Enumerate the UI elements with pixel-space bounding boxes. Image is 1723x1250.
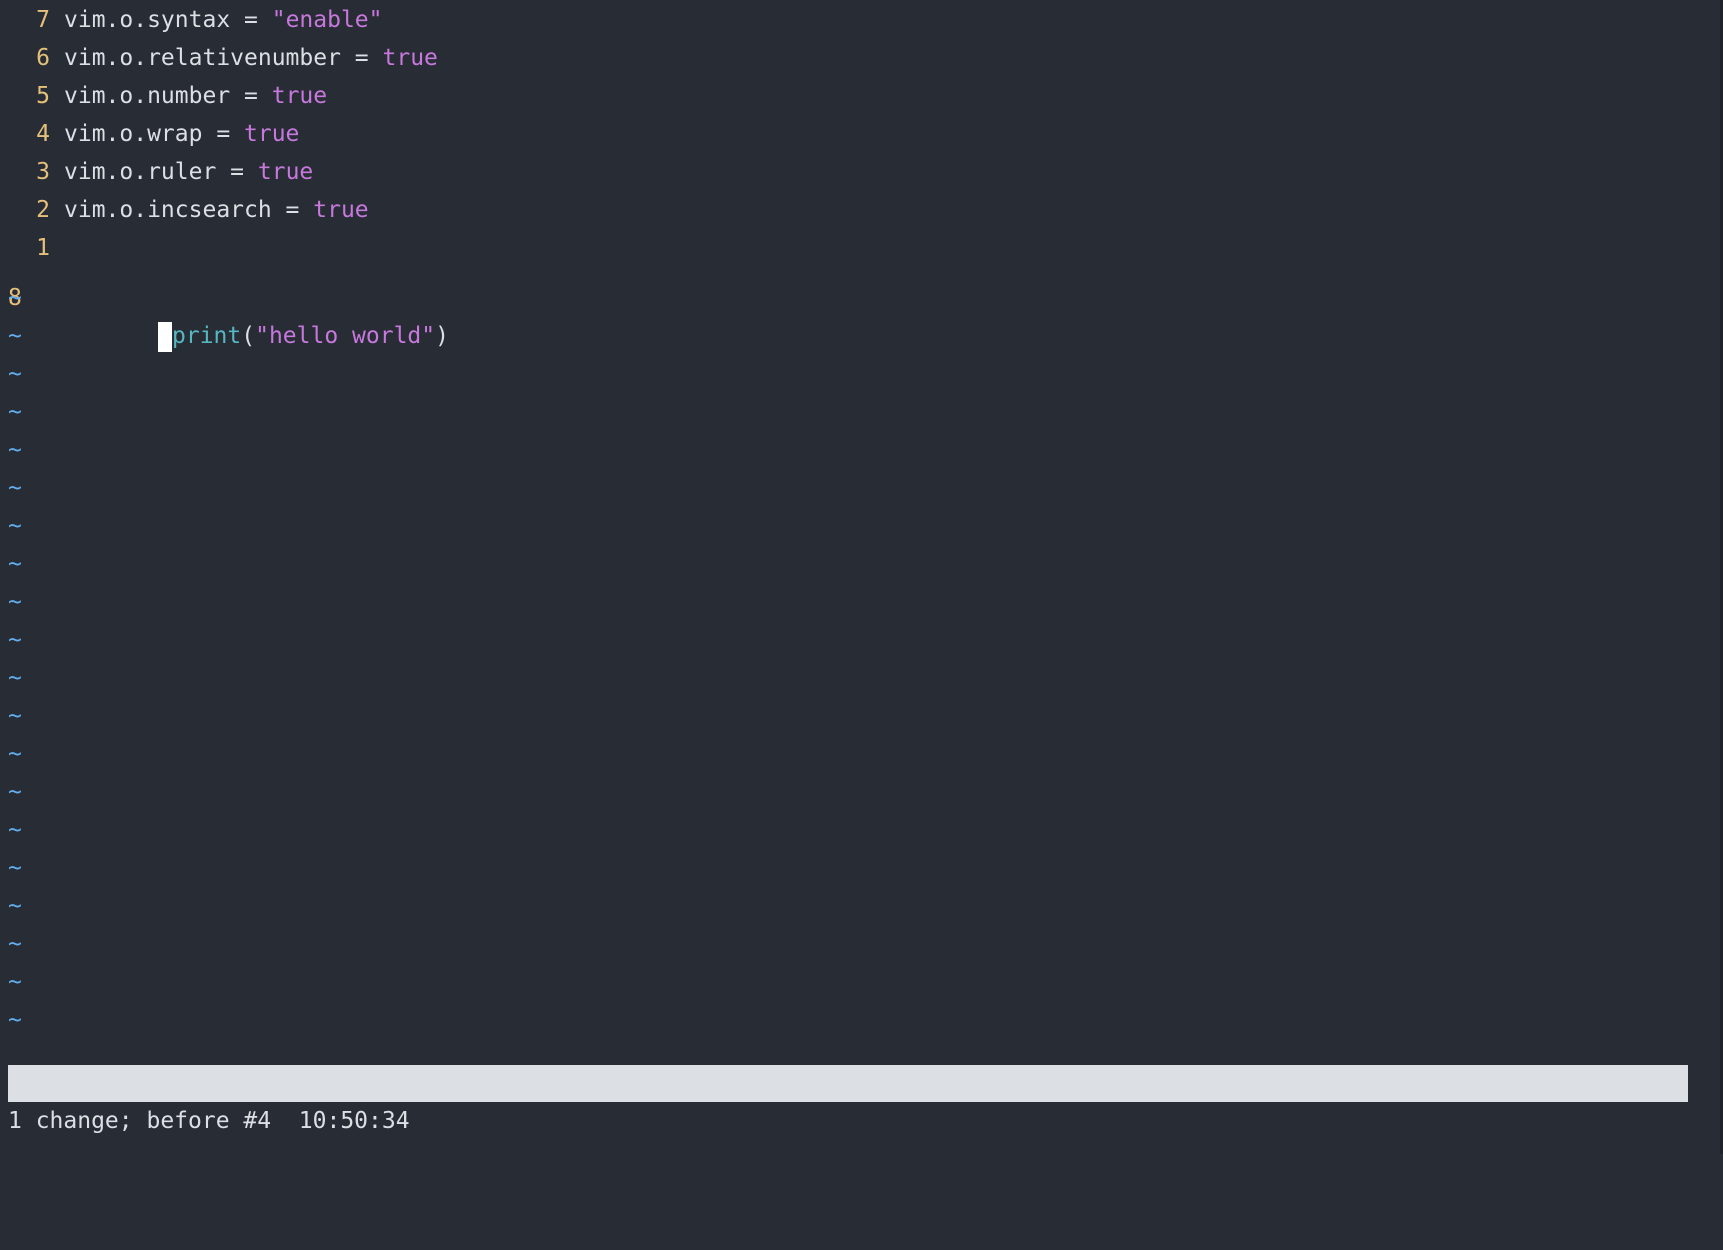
- terminal-window: 7 vim.o.syntax = "enable" 6 vim.o.relativen…: [0, 0, 1723, 1207]
- code-text: vim.o.number =: [64, 83, 272, 109]
- tilde-marker: ~: [8, 969, 22, 995]
- line-code: vim.o.ruler = true: [64, 153, 313, 191]
- tilde-marker: ~: [8, 779, 22, 805]
- line-number: 4: [36, 121, 50, 147]
- code-text: vim.o.wrap =: [64, 121, 245, 147]
- tilde-marker: ~: [8, 285, 22, 311]
- line-code: vim.o.wrap = true: [64, 115, 299, 153]
- tilde-marker: ~: [8, 893, 22, 919]
- tilde-marker: ~: [8, 399, 22, 425]
- tilde-marker: ~: [8, 551, 22, 577]
- text-cursor: [158, 321, 172, 352]
- line-code: vim.o.relativenumber = true: [64, 39, 438, 77]
- tilde-marker: ~: [8, 589, 22, 615]
- line-number: 7: [36, 7, 50, 33]
- string-literal: "enable": [271, 7, 383, 33]
- tilde-marker: ~: [8, 855, 22, 881]
- line-number: 2: [36, 197, 50, 223]
- current-line[interactable]: 8 print("hello world"): [0, 241, 449, 352]
- statusline-position: 8,1-8: [1436, 1144, 1506, 1170]
- statusline: init.lua [+] 8,1-8 All: [8, 1065, 1688, 1207]
- tilde-marker: ~: [8, 361, 22, 387]
- code-text: vim.o.ruler =: [64, 159, 258, 185]
- tilde-marker: ~: [8, 323, 22, 349]
- code-text: vim.o.incsearch =: [64, 197, 314, 223]
- boolean-literal: true: [244, 121, 300, 147]
- boolean-literal: true: [271, 83, 328, 109]
- boolean-literal: true: [257, 159, 314, 185]
- line-code: vim.o.incsearch = true: [64, 191, 369, 229]
- tilde-marker: ~: [8, 513, 22, 539]
- code-text: vim.o.relativenumber =: [64, 45, 383, 71]
- line-number: 3: [36, 159, 50, 185]
- tilde-marker: ~: [8, 817, 22, 843]
- line-code: vim.o.syntax = "enable": [64, 1, 383, 39]
- tilde-marker: ~: [8, 437, 22, 463]
- tilde-marker: ~: [8, 665, 22, 691]
- command-line[interactable]: 1 change; before #4 10:50:34: [8, 1102, 410, 1140]
- statusline-percent: All: [1646, 1181, 1688, 1207]
- tilde-marker: ~: [8, 703, 22, 729]
- tilde-marker: ~: [8, 741, 22, 767]
- line-code: vim.o.number = true: [64, 77, 327, 115]
- boolean-literal: true: [313, 197, 369, 223]
- line-number: 6: [36, 45, 50, 71]
- open-paren: (: [241, 323, 256, 349]
- tilde-marker: ~: [8, 1007, 22, 1033]
- tilde-marker: ~: [8, 931, 22, 957]
- string-literal: "hello world": [255, 323, 436, 349]
- tilde-marker: ~: [8, 475, 22, 501]
- code-text: vim.o.syntax =: [64, 7, 272, 33]
- tilde-marker: ~: [8, 627, 22, 653]
- function-name: print: [172, 323, 242, 349]
- current-line-code: print("hello world"): [158, 317, 449, 355]
- close-paren: ): [435, 323, 449, 349]
- line-number: 5: [36, 83, 50, 109]
- boolean-literal: true: [382, 45, 438, 71]
